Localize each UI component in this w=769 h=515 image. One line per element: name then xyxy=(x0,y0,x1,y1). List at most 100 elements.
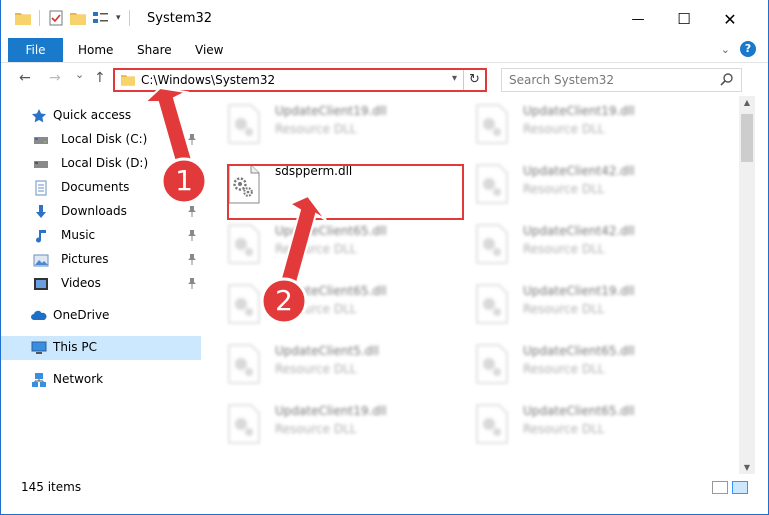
search-icon xyxy=(720,73,733,86)
tab-view[interactable]: View xyxy=(195,38,223,62)
refresh-button[interactable]: ↻ xyxy=(463,70,485,90)
maximize-button[interactable]: ☐ xyxy=(661,0,707,38)
tab-share[interactable]: Share xyxy=(137,38,172,62)
network-icon xyxy=(32,373,46,387)
status-bar: 145 items xyxy=(1,476,768,500)
pin-icon[interactable] xyxy=(187,205,197,217)
drive-icon xyxy=(34,137,48,144)
navigation-bar: ← → ⌄ ↑ C:\Windows\System32 ▾ ↻ Search S… xyxy=(1,62,768,94)
sidebar-item-label: Quick access xyxy=(53,108,132,122)
dll-file-icon xyxy=(228,224,260,264)
videos-icon xyxy=(34,278,48,290)
file-type: Resource DLL xyxy=(523,422,605,436)
vertical-scrollbar[interactable]: ▲ ▼ xyxy=(739,96,755,474)
toolbar-divider xyxy=(128,10,130,26)
sidebar-item-pictures[interactable]: Pictures xyxy=(1,248,201,272)
ribbon-right-controls: ⌄ ? xyxy=(721,41,756,57)
address-dropdown-icon[interactable]: ▾ xyxy=(452,73,457,84)
details-view-icon[interactable] xyxy=(712,481,728,494)
file-item[interactable]: UpdateClient19.dll Resource DLL xyxy=(453,276,689,328)
sidebar-item-quick-access[interactable]: Quick access xyxy=(1,104,201,128)
sidebar-item-local-disk-c[interactable]: Local Disk (C:) xyxy=(1,128,201,152)
sidebar-item-label: Network xyxy=(53,372,104,386)
dll-file-icon xyxy=(228,104,260,144)
dll-file-icon xyxy=(476,164,508,204)
properties-icon[interactable] xyxy=(48,10,64,26)
search-box[interactable]: Search System32 xyxy=(501,68,742,92)
sidebar-item-label: This PC xyxy=(53,340,97,354)
search-input[interactable]: Search System32 xyxy=(509,73,614,87)
file-item[interactable]: UpdateClient5.dll Resource DLL xyxy=(205,336,441,388)
file-item[interactable]: UpdateClient19.dll Resource DLL xyxy=(205,396,441,448)
scroll-up-icon[interactable]: ▲ xyxy=(739,98,755,107)
file-item[interactable]: UpdateClient65.dll Resource DLL xyxy=(205,216,441,268)
file-name: UpdateClient19.dll xyxy=(275,104,387,118)
expand-ribbon-icon[interactable]: ⌄ xyxy=(721,43,730,56)
sidebar-item-videos[interactable]: Videos xyxy=(1,272,201,296)
star-icon xyxy=(32,109,46,123)
new-folder-icon[interactable] xyxy=(70,11,86,25)
address-path[interactable]: C:\Windows\System32 xyxy=(141,73,275,87)
recent-locations-button[interactable]: ⌄ xyxy=(75,68,84,81)
file-type: Resource DLL xyxy=(523,302,605,316)
dll-file-icon xyxy=(228,404,260,444)
large-icons-view-icon[interactable] xyxy=(732,481,748,494)
dll-file-icon xyxy=(476,104,508,144)
forward-button[interactable]: → xyxy=(49,70,61,86)
file-item[interactable]: UpdateClient65.dll Resource DLL xyxy=(205,276,441,328)
pictures-icon xyxy=(33,254,49,267)
sidebar-item-label: Videos xyxy=(61,276,101,290)
file-name: UpdateClient42.dll xyxy=(523,224,635,238)
maximize-icon: ☐ xyxy=(677,10,691,28)
dll-file-icon xyxy=(476,344,508,384)
folder-icon xyxy=(121,75,135,86)
pin-icon[interactable] xyxy=(187,277,197,289)
file-name: UpdateClient65.dll xyxy=(523,344,635,358)
file-name: UpdateClient19.dll xyxy=(523,104,635,118)
selection-highlight-box xyxy=(227,164,464,220)
toolbar-divider xyxy=(39,10,40,26)
drive-icon xyxy=(34,161,48,168)
close-icon: ✕ xyxy=(723,9,737,29)
pin-icon[interactable] xyxy=(187,253,197,265)
address-bar[interactable]: C:\Windows\System32 ▾ ↻ xyxy=(113,68,487,92)
file-item[interactable]: UpdateClient65.dll Resource DLL xyxy=(453,336,689,388)
file-item[interactable]: UpdateClient19.dll Resource DLL xyxy=(205,96,441,148)
tab-home[interactable]: Home xyxy=(78,38,113,62)
file-item[interactable]: UpdateClient42.dll Resource DLL xyxy=(453,156,689,208)
file-type: Resource DLL xyxy=(523,362,605,376)
file-name: UpdateClient19.dll xyxy=(523,284,635,298)
sidebar-item-label: OneDrive xyxy=(53,308,110,322)
pin-icon[interactable] xyxy=(187,133,197,145)
sidebar-item-network[interactable]: Network xyxy=(1,368,201,392)
dll-file-icon xyxy=(476,224,508,264)
documents-icon xyxy=(35,180,47,196)
sidebar-item-label: Documents xyxy=(61,180,130,194)
view-options-icon[interactable] xyxy=(92,11,110,25)
ribbon-tabs: File Home Share View ⌄ ? xyxy=(1,38,768,90)
scroll-down-icon[interactable]: ▼ xyxy=(739,463,755,472)
pin-icon[interactable] xyxy=(187,229,197,241)
sidebar-item-onedrive[interactable]: OneDrive xyxy=(1,304,201,328)
file-item[interactable]: UpdateClient65.dll Resource DLL xyxy=(453,396,689,448)
help-icon[interactable]: ? xyxy=(740,41,756,57)
up-button[interactable]: ↑ xyxy=(94,70,106,86)
sidebar-item-this-pc[interactable]: This PC xyxy=(1,336,201,360)
sidebar-item-music[interactable]: Music xyxy=(1,224,201,248)
dll-file-icon xyxy=(228,344,260,384)
scrollbar-thumb[interactable] xyxy=(741,114,753,162)
folder-icon xyxy=(15,13,31,25)
close-button[interactable]: ✕ xyxy=(707,0,753,38)
qat-dropdown-icon[interactable]: ▾ xyxy=(116,13,121,23)
file-item[interactable]: UpdateClient19.dll Resource DLL xyxy=(453,96,689,148)
quick-access-toolbar: ▾ xyxy=(15,10,132,26)
back-button[interactable]: ← xyxy=(19,70,31,86)
file-item[interactable]: UpdateClient42.dll Resource DLL xyxy=(453,216,689,268)
navigation-pane: Quick access Local Disk (C:) Local Disk … xyxy=(1,96,201,476)
step-badge-2-label: 2 xyxy=(275,284,293,317)
minimize-button[interactable]: — xyxy=(615,0,661,38)
sidebar-item-label: Music xyxy=(61,228,96,242)
music-icon xyxy=(36,230,46,243)
dll-file-icon xyxy=(476,404,508,444)
file-type: Resource DLL xyxy=(275,242,357,256)
